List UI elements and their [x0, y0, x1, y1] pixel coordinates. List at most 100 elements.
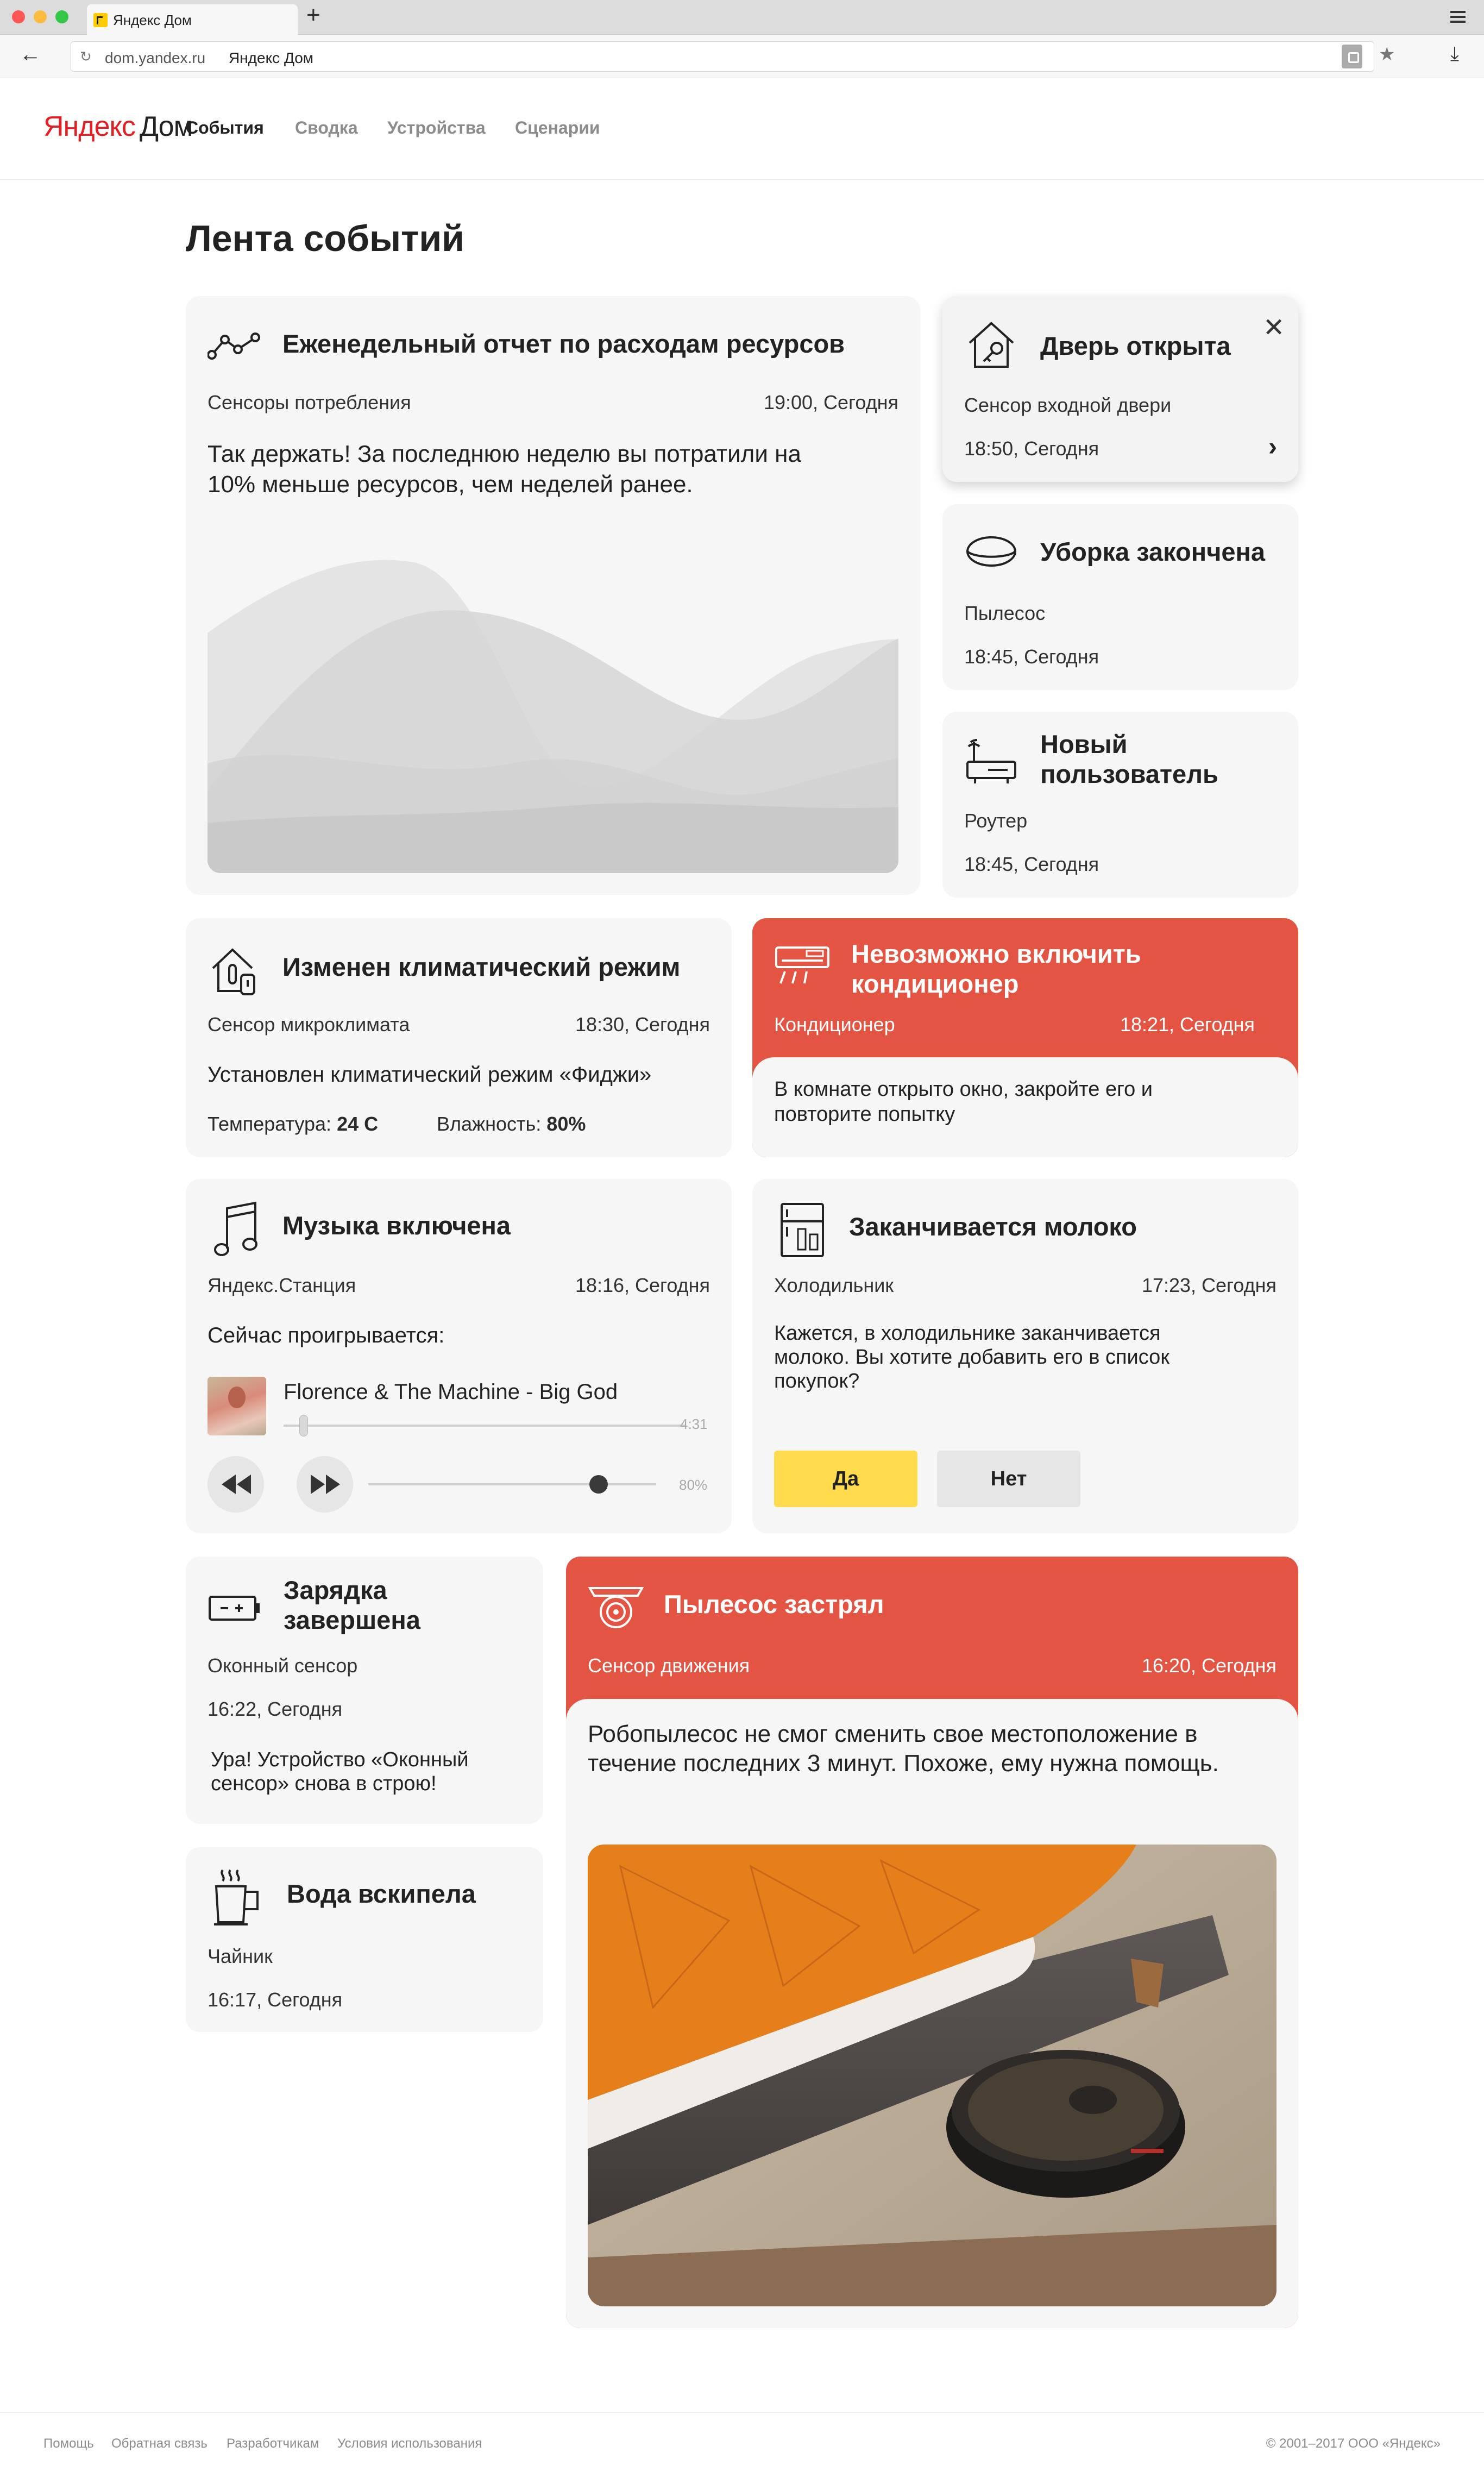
card-text: Так держать! За последнюю неделю вы потр… [207, 441, 801, 498]
card-source: Яндекс.Станция [207, 1274, 356, 1296]
card-title: Уборка закончена [1040, 537, 1266, 566]
card-source: Чайник [207, 1945, 273, 1967]
no-button[interactable]: Нет [937, 1451, 1080, 1507]
back-arrow-icon[interactable]: ← [20, 42, 41, 67]
card-time: 18:16, Сегодня [575, 1274, 710, 1296]
card-source: Сенсор движения [588, 1654, 750, 1677]
yes-button[interactable]: Да [774, 1451, 917, 1507]
track-title: Florence & The Machine - Big God [284, 1380, 618, 1404]
card-new-user[interactable]: Новый пользователь Роутер 18:45, Сегодня [942, 712, 1298, 898]
fast-forward-button[interactable] [297, 1456, 353, 1513]
card-source: Сенсоры потребления [207, 391, 411, 413]
reload-icon[interactable]: ↻ [80, 48, 92, 65]
tab-title: Яндекс Дом [113, 12, 192, 28]
fast-forward-icon [311, 1475, 340, 1494]
card-title: Зарядка завершена [284, 1576, 420, 1634]
card-door-open[interactable]: Дверь открыта Сенсор входной двери 18:50… [942, 296, 1298, 482]
album-cover [207, 1377, 266, 1435]
yandex-favicon-icon [93, 13, 108, 27]
card-time: 19:00, Сегодня [763, 391, 898, 413]
fridge-icon [781, 1203, 824, 1257]
card-source: Пылесос [964, 602, 1046, 624]
card-title: Новый пользователь [1040, 730, 1218, 788]
card-title: Заканчивается молоко [849, 1212, 1137, 1241]
footer-link-terms[interactable]: Условия использования [337, 2436, 482, 2451]
yandex-dom-logo[interactable]: Яндекс Дом [43, 110, 193, 143]
house-key-icon [969, 322, 1014, 368]
browser-tab[interactable]: Яндекс Дом [87, 4, 298, 35]
card-text: Установлен климатический режим «Фиджи» [207, 1063, 652, 1087]
kettle-icon [214, 1869, 259, 1925]
card-source: Холодильник [774, 1274, 894, 1296]
humidity-readout: Влажность: 80% [437, 1113, 586, 1135]
minimize-window-button[interactable] [34, 10, 47, 23]
track-duration: 4:31 [680, 1416, 708, 1432]
nav-events[interactable]: События [186, 118, 264, 138]
volume-slider[interactable] [368, 1475, 656, 1494]
page-title: Лента событий [186, 218, 464, 259]
card-kettle[interactable]: Вода вскипела Чайник 16:17, Сегодня [186, 1847, 543, 2032]
close-icon[interactable]: ✕ [1263, 312, 1285, 343]
card-source: Сенсор входной двери [964, 394, 1172, 416]
card-time: 16:20, Сегодня [1141, 1654, 1277, 1677]
nav-devices[interactable]: Устройства [387, 118, 486, 138]
card-weekly-report[interactable]: Еженедельный отчет по расходам ресурсов … [186, 296, 920, 895]
footer-link-help[interactable]: Помощь [43, 2436, 94, 2451]
card-title: Вода вскипела [287, 1879, 476, 1908]
card-text: В комнате открыто окно, закройте его и п… [774, 1078, 1153, 1126]
bookmark-star-icon[interactable]: ★ [1379, 43, 1395, 65]
card-time: 18:30, Сегодня [575, 1013, 710, 1036]
card-charging-done[interactable]: Зарядка завершена Оконный сенсор 16:22, … [186, 1557, 543, 1824]
card-text: Ура! Устройство «Оконный сенсор» снова в… [211, 1748, 469, 1795]
card-milk[interactable]: Заканчивается молоко Холодильник 17:23, … [752, 1179, 1298, 1533]
climate-sensor-icon [212, 948, 255, 995]
close-window-button[interactable] [12, 10, 25, 23]
battery-icon [209, 1596, 260, 1621]
card-time: 16:22, Сегодня [207, 1698, 343, 1720]
card-title: Пылесос застрял [664, 1590, 884, 1619]
card-time: 17:23, Сегодня [1141, 1274, 1277, 1296]
download-icon[interactable]: ⤓ [1450, 42, 1459, 66]
protect-icon[interactable] [1342, 45, 1362, 68]
track-progress-bar[interactable] [284, 1415, 686, 1437]
now-playing-label: Сейчас проигрывается: [207, 1323, 445, 1347]
stuck-vacuum-photo [588, 1845, 1277, 2306]
nav-scenarios[interactable]: Сценарии [515, 118, 600, 138]
url-page-title: Яндекс Дом [229, 49, 314, 66]
footer-link-feedback[interactable]: Обратная связь [111, 2436, 207, 2451]
browser-menu-icon[interactable] [1450, 11, 1466, 23]
card-climate-mode[interactable]: Изменен климатический режим Сенсор микро… [186, 918, 732, 1157]
volume-value: 80% [679, 1477, 708, 1493]
maximize-window-button[interactable] [55, 10, 68, 23]
temperature-readout: Температура: 24 С [207, 1113, 379, 1135]
router-icon [966, 739, 1016, 783]
card-title: Дверь открыта [1040, 331, 1231, 360]
card-vacuum-stuck[interactable]: Пылесос застрял Сенсор движения 16:20, С… [566, 1557, 1298, 2328]
footer-copyright: © 2001–2017 ООО «Яндекс» [1266, 2436, 1441, 2451]
card-body-panel: В комнате открыто окно, закройте его и п… [752, 1057, 1298, 1157]
rewind-button[interactable] [207, 1456, 264, 1513]
volume-handle[interactable] [589, 1475, 608, 1494]
card-time: 16:17, Сегодня [207, 1989, 343, 2011]
chart-line-icon [207, 333, 260, 360]
card-text: Робопылесос не смог сменить свое местопо… [588, 1721, 1219, 1777]
card-time: 18:50, Сегодня [964, 437, 1099, 460]
card-title: Еженедельный отчет по расходам ресурсов [282, 329, 845, 358]
card-ac-error[interactable]: Невозможно включить кондиционер Кондицио… [752, 918, 1298, 1157]
url-host: dom.yandex.ru [105, 49, 206, 66]
footer-divider [0, 2412, 1484, 2413]
chevron-right-icon[interactable]: › [1268, 432, 1277, 462]
album-cover-figure [228, 1387, 246, 1408]
url-field[interactable]: ↻ dom.yandex.ru Яндекс Дом [71, 41, 1374, 72]
card-cleaning-done[interactable]: Уборка закончена Пылесос 18:45, Сегодня [942, 504, 1298, 690]
nav-summary[interactable]: Сводка [295, 118, 358, 138]
card-source: Сенсор микроклимата [207, 1013, 410, 1036]
new-tab-button[interactable]: + [306, 3, 320, 27]
track-progress-handle[interactable] [299, 1415, 308, 1437]
site-header: Яндекс Дом События Сводка Устройства Сцен… [0, 79, 1484, 180]
card-source: Роутер [964, 810, 1028, 832]
footer-link-developers[interactable]: Разработчикам [227, 2436, 319, 2451]
card-time: 18:45, Сегодня [964, 853, 1099, 875]
card-time: 18:45, Сегодня [964, 645, 1099, 668]
card-music[interactable]: Музыка включена Яндекс.Станция 18:16, Се… [186, 1179, 732, 1533]
